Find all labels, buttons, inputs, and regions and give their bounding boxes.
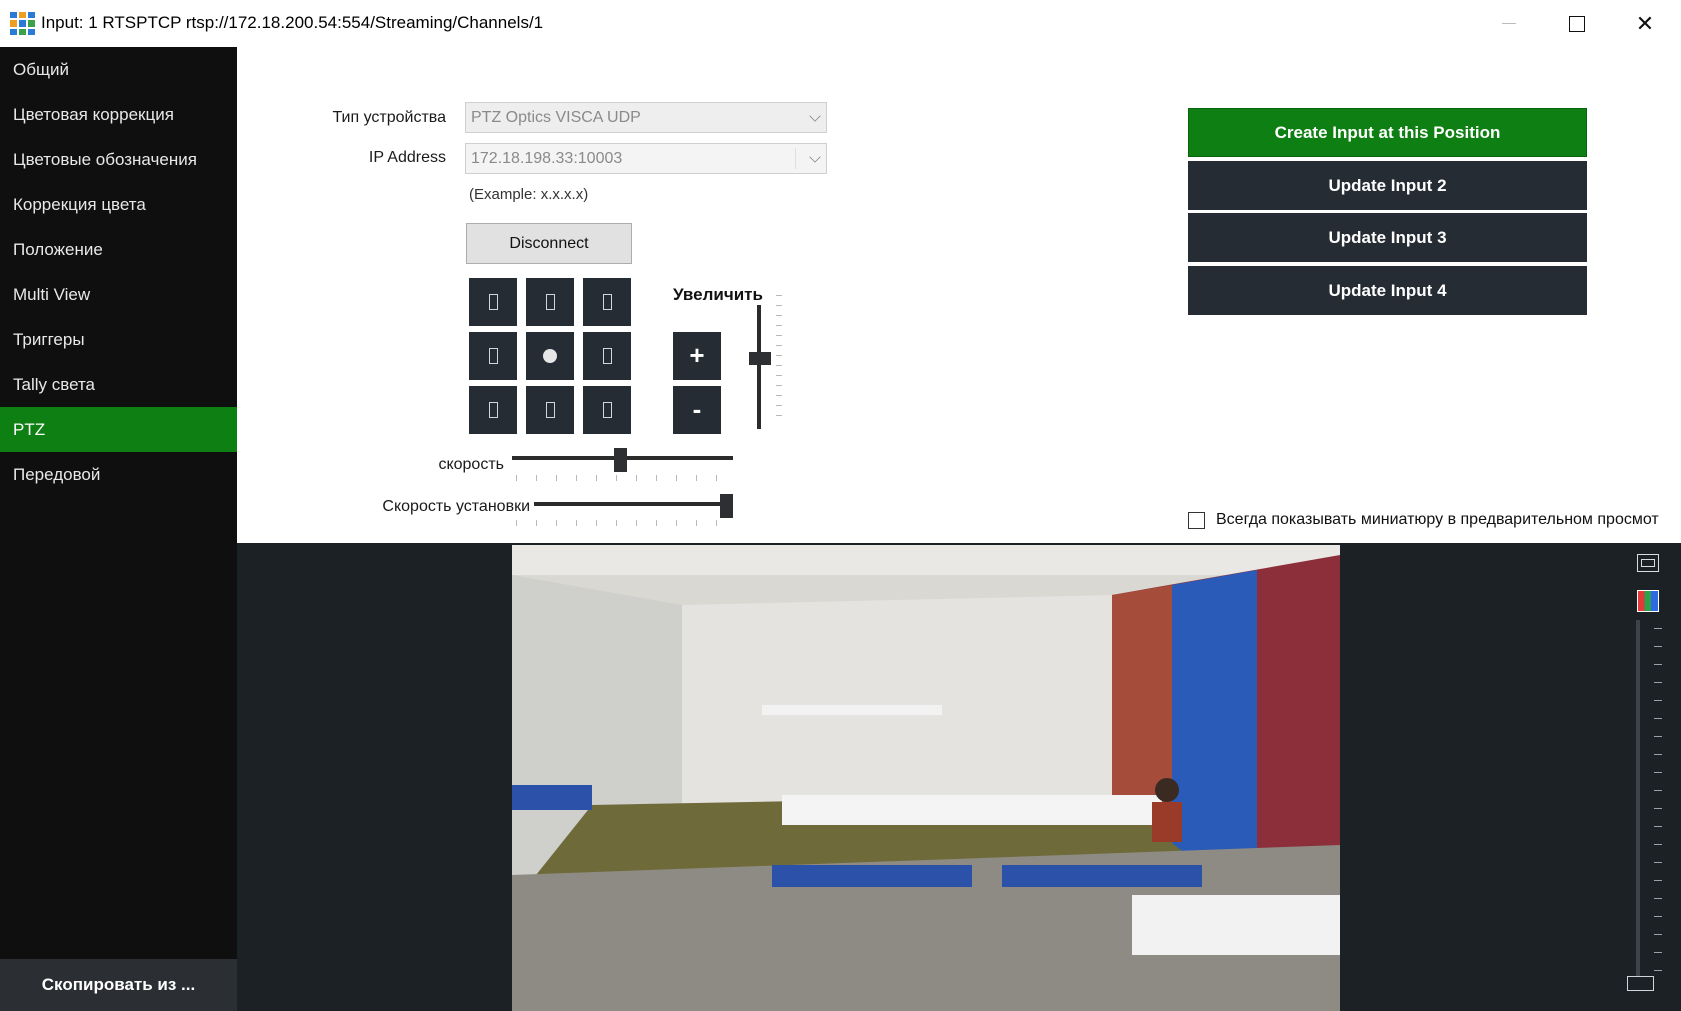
ip-address-value: 172.18.198.33:10003 bbox=[471, 150, 623, 167]
color-channels-icon[interactable] bbox=[1637, 590, 1659, 612]
zoom-slider-ticks bbox=[776, 295, 782, 425]
camera-scene-illustration bbox=[512, 545, 1340, 1011]
chevron-down-icon bbox=[809, 151, 821, 163]
maximize-button[interactable] bbox=[1543, 0, 1611, 47]
minimize-icon bbox=[1502, 23, 1516, 24]
chevron-down-icon bbox=[809, 110, 821, 122]
arrow-right-icon bbox=[602, 348, 612, 364]
camera-preview-image bbox=[512, 545, 1340, 1011]
update-input-4-button[interactable]: Update Input 4 bbox=[1188, 266, 1587, 315]
sidebar-item-color-adjust[interactable]: Коррекция цвета bbox=[0, 182, 237, 227]
zoom-out-button[interactable]: - bbox=[673, 386, 721, 434]
pan-down-right-button[interactable] bbox=[583, 386, 631, 434]
update-input-2-button[interactable]: Update Input 2 bbox=[1188, 161, 1587, 210]
pan-right-button[interactable] bbox=[583, 332, 631, 380]
always-show-thumbnail-label: Всегда показывать миниатюру в предварите… bbox=[1216, 511, 1659, 528]
ip-address-input[interactable]: 172.18.198.33:10003 bbox=[465, 143, 827, 174]
arrow-down-right-icon bbox=[602, 402, 612, 418]
sidebar-item-triggers[interactable]: Триггеры bbox=[0, 317, 237, 362]
pan-down-button[interactable] bbox=[526, 386, 574, 434]
preset-speed-label: Скорость установки bbox=[382, 498, 530, 515]
app-logo-icon bbox=[10, 12, 35, 35]
pan-down-left-button[interactable] bbox=[469, 386, 517, 434]
always-show-thumbnail-checkbox[interactable] bbox=[1188, 512, 1205, 529]
preview-level-slider-ticks bbox=[1654, 628, 1662, 983]
pan-up-right-button[interactable] bbox=[583, 278, 631, 326]
zoom-slider-thumb[interactable] bbox=[749, 352, 771, 365]
ip-example-hint: (Example: x.x.x.x) bbox=[469, 186, 589, 203]
device-type-select[interactable]: PTZ Optics VISCA UDP bbox=[465, 102, 827, 133]
preset-speed-slider-ticks bbox=[516, 520, 730, 526]
zoom-in-button[interactable]: + bbox=[673, 332, 721, 380]
maximize-icon bbox=[1569, 15, 1585, 32]
sidebar-item-tally[interactable]: Tally света bbox=[0, 362, 237, 407]
arrow-up-left-icon bbox=[488, 294, 498, 310]
speed-slider-thumb[interactable] bbox=[614, 448, 627, 472]
speed-label: скорость bbox=[438, 456, 504, 473]
arrow-up-right-icon bbox=[602, 294, 612, 310]
pan-up-button[interactable] bbox=[526, 278, 574, 326]
arrow-left-icon bbox=[488, 348, 498, 364]
pan-up-left-button[interactable] bbox=[469, 278, 517, 326]
sidebar-item-multi-view[interactable]: Multi View bbox=[0, 272, 237, 317]
device-type-value: PTZ Optics VISCA UDP bbox=[471, 109, 641, 126]
arrow-up-icon bbox=[545, 294, 555, 310]
sidebar-item-color-key[interactable]: Цветовые обозначения bbox=[0, 137, 237, 182]
device-type-label: Тип устройства bbox=[332, 109, 446, 126]
window-title: Input: 1 RTSPTCP rtsp://172.18.200.54:55… bbox=[41, 13, 544, 32]
copy-from-button[interactable]: Скопировать из ... bbox=[0, 959, 237, 1011]
arrow-down-icon bbox=[545, 402, 555, 418]
home-dot-icon bbox=[543, 349, 557, 363]
preview-level-slider-track[interactable] bbox=[1636, 620, 1640, 978]
sidebar-item-advanced[interactable]: Передовой bbox=[0, 452, 237, 497]
speed-slider-ticks bbox=[516, 475, 730, 481]
sidebar-item-color-correction[interactable]: Цветовая коррекция bbox=[0, 92, 237, 137]
pan-left-button[interactable] bbox=[469, 332, 517, 380]
fullscreen-icon[interactable] bbox=[1637, 554, 1659, 572]
ip-address-label: IP Address bbox=[368, 149, 446, 166]
title-bar: Input: 1 RTSPTCP rtsp://172.18.200.54:55… bbox=[0, 0, 1681, 48]
sidebar-item-position[interactable]: Положение bbox=[0, 227, 237, 272]
preview-level-slider-thumb[interactable] bbox=[1627, 976, 1654, 991]
sidebar-item-ptz[interactable]: PTZ bbox=[0, 407, 237, 452]
preset-speed-slider-track[interactable] bbox=[534, 502, 733, 506]
minimize-button[interactable] bbox=[1475, 0, 1543, 47]
sidebar: Общий Цветовая коррекция Цветовые обозна… bbox=[0, 47, 237, 1011]
zoom-label: Увеличить bbox=[673, 285, 763, 304]
pan-home-button[interactable] bbox=[526, 332, 574, 380]
disconnect-button[interactable]: Disconnect bbox=[466, 223, 632, 264]
close-icon: ✕ bbox=[1635, 10, 1655, 36]
update-input-3-button[interactable]: Update Input 3 bbox=[1188, 213, 1587, 262]
sidebar-item-general[interactable]: Общий bbox=[0, 47, 237, 92]
arrow-down-left-icon bbox=[488, 402, 498, 418]
create-input-at-position-button[interactable]: Create Input at this Position bbox=[1188, 108, 1587, 157]
zoom-slider-track[interactable] bbox=[757, 305, 761, 429]
preset-speed-slider-thumb[interactable] bbox=[720, 494, 733, 518]
close-button[interactable]: ✕ bbox=[1611, 0, 1679, 47]
